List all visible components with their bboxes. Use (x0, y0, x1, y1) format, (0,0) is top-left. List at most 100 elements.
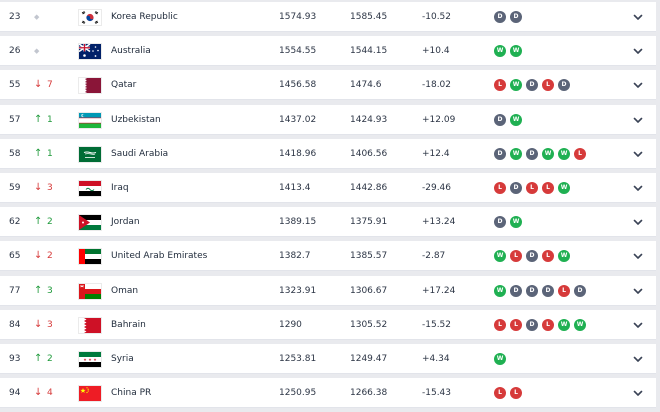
country-name[interactable]: Syria (111, 344, 134, 374)
qatar-flag-icon (79, 78, 101, 94)
chevron-down-icon[interactable] (630, 317, 646, 333)
country-name[interactable]: Saudi Arabia (111, 139, 168, 169)
chevron-down-icon[interactable] (630, 146, 646, 162)
chevron-down-icon[interactable] (630, 77, 646, 93)
points-cell: 1382.7 (279, 251, 311, 262)
jordan-flag-icon (79, 215, 101, 231)
points-cell: 1413.4 (279, 183, 311, 193)
result-badge: L (542, 318, 554, 331)
points-diff-cell: -15.43 (422, 388, 452, 399)
table-row[interactable]: 94 ↓ 4 China PR 1250.95 1266.38 -15.43 L L (0, 378, 656, 409)
rank-cell: 62 (9, 217, 21, 228)
result-badge: D (494, 216, 506, 229)
chevron-down-icon[interactable] (630, 43, 646, 59)
chevron-down-icon[interactable] (630, 351, 646, 367)
table-row[interactable]: 58 ↑ 1 Saudi Arabia 1418.96 1406.56 +12.4 D W D W W… (0, 138, 656, 169)
points-diff-cell: +13.24 (422, 217, 456, 228)
iraq-flag-icon (79, 181, 101, 196)
uzbekistan-flag-icon (79, 112, 101, 128)
arrow-down-icon: ↓ (34, 387, 43, 399)
result-badge: D (558, 79, 570, 92)
chevron-down-icon[interactable] (630, 214, 646, 230)
table-row[interactable]: 59 ↓ 3 Iraq 1413.4 1442.86 -29.46 L D L L W (0, 173, 656, 203)
table-row[interactable]: 84 ↓ 3 Bahrain 1290 1305.52 -15.52 L L D L W W (0, 309, 656, 340)
result-badge: D (542, 284, 554, 297)
chevron-down-icon[interactable] (630, 283, 646, 299)
rank-cell: 84 (9, 319, 21, 330)
country-name[interactable]: United Arab Emirates (111, 241, 207, 271)
country-name[interactable]: Uzbekistan (111, 105, 161, 135)
no-change-icon: ◆ (34, 47, 40, 56)
syria-flag-icon (79, 352, 101, 367)
result-badge: W (494, 250, 506, 263)
chevron-down-icon[interactable] (630, 248, 646, 264)
recent-form: LL (494, 387, 522, 400)
result-badge: W (558, 250, 570, 263)
points-diff-cell: -2.87 (422, 251, 446, 262)
table-row[interactable]: 77 ↑ 3 Oman 1323.91 1306.67 +17.24 W D D D L D (0, 275, 656, 306)
table-row[interactable]: 65 ↓ 2 United Arab Emirates 1382.7 1385.57 -2.… (0, 241, 656, 272)
rank-change-value: 3 (47, 183, 53, 193)
table-row[interactable]: 93 ↑ 2 Syria 1253.81 1249.47 +4.34 W (0, 344, 656, 374)
rank-cell: 23 (9, 12, 21, 22)
result-badge: W (542, 147, 554, 160)
chevron-down-icon[interactable] (630, 385, 646, 401)
rank-cell: 57 (9, 114, 21, 125)
points-cell: 1574.93 (279, 12, 317, 22)
previous-points-cell: 1375.91 (350, 217, 388, 228)
table-row[interactable]: 57 ↑ 1 Uzbekistan 1437.02 1424.93 +12.09 D W (0, 104, 656, 135)
result-badge: W (510, 113, 522, 126)
result-badge: L (542, 250, 554, 263)
country-name[interactable]: Qatar (111, 70, 136, 100)
china-flag-icon (79, 386, 101, 402)
table-row[interactable]: 55 ↓ 7 Qatar 1456.58 1474.6 -18.02 L W D L D (0, 70, 656, 101)
country-name[interactable]: Jordan (111, 207, 140, 237)
rank-cell: 77 (9, 285, 21, 296)
recent-form: DW (494, 216, 522, 229)
country-name[interactable]: Australia (111, 36, 151, 66)
chevron-down-icon[interactable] (630, 9, 646, 25)
result-badge: L (526, 182, 538, 194)
points-cell: 1389.15 (279, 217, 317, 228)
rank-change: ↑ 3 (34, 276, 53, 306)
result-badge: L (494, 318, 506, 331)
table-row[interactable]: 62 ↑ 2 Jordan 1389.15 1375.91 +13.24 D W (0, 207, 656, 238)
country-name[interactable]: Bahrain (111, 310, 146, 340)
points-diff-cell: +17.24 (422, 285, 456, 296)
rank-change: ↑ 1 (34, 139, 53, 169)
result-badge: D (574, 284, 586, 297)
recent-form: W (494, 353, 506, 365)
recent-form: WW (494, 45, 522, 58)
country-name[interactable]: Iraq (111, 173, 129, 203)
result-badge: W (558, 147, 570, 160)
result-badge: W (510, 216, 522, 229)
country-name[interactable]: China PR (111, 378, 151, 408)
rank-change-value: 7 (47, 80, 53, 91)
recent-form: LDLLW (494, 182, 570, 194)
table-row[interactable]: 26 ◆ Australia 1554.55 1544.15 +10.4 W W (0, 36, 656, 67)
chevron-down-icon[interactable] (630, 112, 646, 128)
rank-cell: 58 (9, 148, 21, 159)
result-badge: D (494, 113, 506, 126)
rank-change: ↑ 2 (34, 207, 53, 237)
arrow-up-icon: ↑ (34, 113, 43, 125)
rank-cell: 55 (9, 80, 21, 91)
recent-form: DD (494, 11, 522, 23)
rank-change: ↑ 2 (34, 344, 53, 374)
oman-flag-icon (79, 283, 101, 299)
result-badge: D (526, 250, 538, 263)
chevron-down-icon[interactable] (630, 180, 646, 196)
rank-change-value: 2 (47, 354, 53, 364)
points-diff-cell: +12.09 (422, 114, 456, 125)
result-badge: D (510, 182, 522, 194)
arrow-down-icon: ↓ (34, 318, 43, 330)
table-row[interactable]: 23 ◆ Korea Republic 1574.93 1585.45 -10.52 D D (0, 2, 656, 32)
country-name[interactable]: Korea Republic (111, 2, 178, 32)
points-diff-cell: +10.4 (422, 46, 450, 57)
result-badge: D (494, 147, 506, 160)
previous-points-cell: 1406.56 (350, 148, 388, 159)
country-name[interactable]: Oman (111, 276, 138, 306)
previous-points-cell: 1305.52 (350, 319, 388, 330)
result-badge: D (494, 11, 506, 23)
result-badge: L (542, 182, 554, 194)
